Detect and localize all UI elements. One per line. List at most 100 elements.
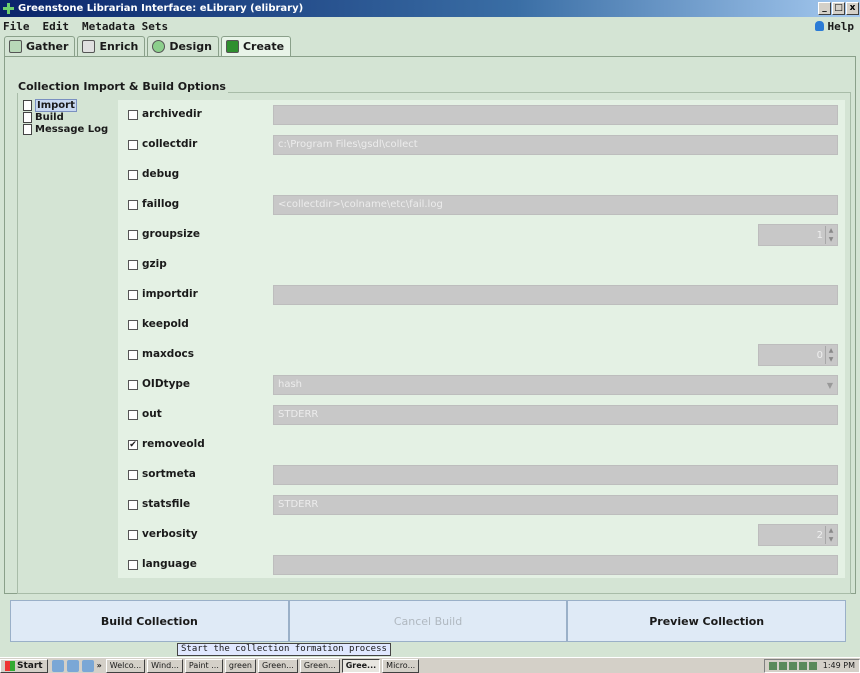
- window-title: Greenstone Librarian Interface: eLibrary…: [18, 3, 304, 14]
- quicklaunch-outlook-icon[interactable]: [66, 659, 79, 672]
- preview-collection-button[interactable]: Preview Collection: [567, 600, 847, 642]
- option-row-maxdocs: maxdocs 0 ▲ ▼: [118, 340, 845, 370]
- option-row-sortmeta: sortmeta: [118, 460, 845, 490]
- option-label: removeold: [142, 438, 205, 450]
- spinner-down-icon[interactable]: ▼: [826, 355, 836, 364]
- sortmeta-input[interactable]: [273, 465, 838, 485]
- importdir-checkbox[interactable]: [128, 290, 138, 300]
- verbosity-spinner[interactable]: 2 ▲ ▼: [758, 524, 838, 546]
- groupsize-spinner[interactable]: 1 ▲ ▼: [758, 224, 838, 246]
- maxdocs-checkbox[interactable]: [128, 350, 138, 360]
- gzip-checkbox[interactable]: [128, 260, 138, 270]
- maxdocs-spinner[interactable]: 0 ▲ ▼: [758, 344, 838, 366]
- keepold-checkbox[interactable]: [128, 320, 138, 330]
- faillog-input[interactable]: <collectdir>\colname\etc\fail.log: [273, 195, 838, 215]
- gather-icon: [9, 40, 22, 53]
- statsfile-checkbox[interactable]: [128, 500, 138, 510]
- out-checkbox[interactable]: [128, 410, 138, 420]
- spinner-value: 0: [816, 350, 823, 361]
- tab-create-label: Create: [242, 40, 285, 53]
- archivedir-input[interactable]: [273, 105, 838, 125]
- tree-item-import[interactable]: Import: [23, 98, 115, 112]
- sortmeta-checkbox[interactable]: [128, 470, 138, 480]
- option-row-statsfile: statsfile STDERR: [118, 490, 845, 520]
- start-button[interactable]: Start: [0, 658, 48, 673]
- option-row-groupsize: groupsize 1 ▲ ▼: [118, 220, 845, 250]
- option-row-gzip: gzip: [118, 250, 845, 280]
- option-label: maxdocs: [142, 348, 195, 360]
- quicklaunch-desktop-icon[interactable]: [81, 659, 94, 672]
- cancel-build-button[interactable]: Cancel Build: [288, 600, 568, 642]
- tray-icon[interactable]: [778, 661, 787, 670]
- task-button[interactable]: green: [224, 658, 256, 673]
- spinner-up-icon[interactable]: ▲: [826, 226, 836, 235]
- build-collection-button[interactable]: Build Collection: [10, 600, 289, 642]
- spinner-down-icon[interactable]: ▼: [826, 535, 836, 544]
- spinner-up-icon[interactable]: ▲: [826, 526, 836, 535]
- faillog-checkbox[interactable]: [128, 200, 138, 210]
- language-checkbox[interactable]: [128, 560, 138, 570]
- task-button-active[interactable]: Gree...: [341, 658, 381, 673]
- tab-gather[interactable]: Gather: [4, 36, 76, 56]
- greenstone-app-icon: [2, 2, 15, 15]
- debug-checkbox[interactable]: [128, 170, 138, 180]
- minimize-button[interactable]: _: [818, 2, 831, 15]
- menu-help[interactable]: Help: [814, 20, 860, 33]
- menu-file[interactable]: File: [0, 20, 40, 33]
- oidtype-selected-value: hash: [278, 379, 303, 390]
- language-input[interactable]: [273, 555, 838, 575]
- oidtype-checkbox[interactable]: [128, 380, 138, 390]
- tray-icon[interactable]: [798, 661, 807, 670]
- spinner-value: 1: [816, 230, 823, 241]
- quicklaunch-more-button[interactable]: »: [97, 661, 102, 670]
- menu-bar: File Edit Metadata Sets Help: [0, 17, 860, 35]
- tray-icon[interactable]: [788, 661, 797, 670]
- tree-item-label: Message Log: [35, 123, 109, 135]
- option-label: archivedir: [142, 108, 202, 120]
- removeold-checkbox[interactable]: ✔: [128, 440, 138, 450]
- option-row-verbosity: verbosity 2 ▲ ▼: [118, 520, 845, 550]
- tray-icon[interactable]: [768, 661, 777, 670]
- groupsize-checkbox[interactable]: [128, 230, 138, 240]
- tab-create[interactable]: Create: [220, 36, 292, 56]
- spinner-value: 2: [816, 530, 823, 541]
- tab-enrich[interactable]: Enrich: [77, 36, 146, 56]
- chevron-down-icon[interactable]: ▼: [827, 381, 833, 390]
- archivedir-checkbox[interactable]: [128, 110, 138, 120]
- menu-metadata-sets[interactable]: Metadata Sets: [79, 20, 178, 33]
- tree-item-message-log[interactable]: Message Log: [23, 123, 115, 135]
- option-label: language: [142, 558, 197, 570]
- task-button[interactable]: Paint ...: [184, 658, 223, 673]
- task-button[interactable]: Welco...: [105, 658, 146, 673]
- task-button[interactable]: Green...: [257, 658, 298, 673]
- maximize-button[interactable]: □: [832, 2, 845, 15]
- app-window: Greenstone Librarian Interface: eLibrary…: [0, 0, 860, 673]
- task-button[interactable]: Micro...: [382, 658, 420, 673]
- quicklaunch-ie-icon[interactable]: [51, 659, 64, 672]
- statsfile-input[interactable]: STDERR: [273, 495, 838, 515]
- oidtype-select[interactable]: hash ▼: [273, 375, 838, 395]
- task-button[interactable]: Wind...: [147, 658, 183, 673]
- tray-clock: 1:49 PM: [822, 661, 855, 670]
- verbosity-checkbox[interactable]: [128, 530, 138, 540]
- close-button[interactable]: x: [846, 2, 859, 15]
- option-label: statsfile: [142, 498, 191, 510]
- tab-design[interactable]: Design: [147, 36, 219, 56]
- spinner-up-icon[interactable]: ▲: [826, 346, 836, 355]
- spinner-down-icon[interactable]: ▼: [826, 235, 836, 244]
- out-input[interactable]: STDERR: [273, 405, 838, 425]
- option-label: sortmeta: [142, 468, 196, 480]
- tree-item-label: Import: [35, 98, 77, 112]
- tree-item-build[interactable]: Build: [23, 111, 115, 123]
- option-row-archivedir: archivedir: [118, 100, 845, 130]
- system-tray: 1:49 PM: [763, 658, 860, 673]
- create-icon: [225, 40, 239, 53]
- menu-edit[interactable]: Edit: [40, 20, 80, 33]
- spinner-buttons: ▲ ▼: [825, 526, 836, 544]
- collectdir-checkbox[interactable]: [128, 140, 138, 150]
- collectdir-input[interactable]: c:\Program Files\gsdl\collect: [273, 135, 838, 155]
- tree-item-label: Build: [35, 111, 64, 123]
- tray-icon[interactable]: [808, 661, 817, 670]
- task-button[interactable]: Green...: [299, 658, 340, 673]
- importdir-input[interactable]: [273, 285, 838, 305]
